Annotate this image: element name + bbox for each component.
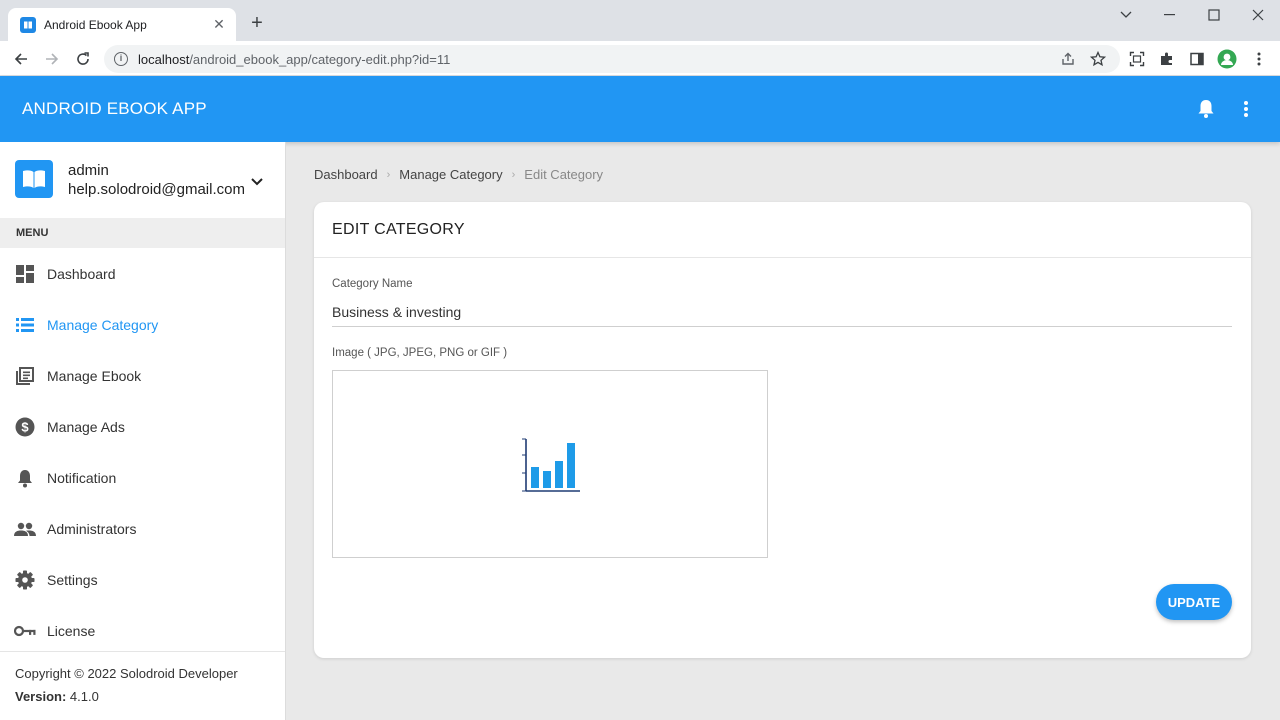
browser-tab-bar: Android Ebook App ✕ +	[0, 0, 1280, 41]
dashboard-icon	[14, 263, 36, 285]
key-icon	[14, 620, 36, 642]
notification-bell-icon[interactable]	[1195, 98, 1217, 120]
update-button[interactable]: UPDATE	[1156, 584, 1232, 620]
sidebar-item-manage-ads[interactable]: $ Manage Ads	[0, 403, 285, 451]
sidebar-item-notification[interactable]: Notification	[0, 454, 285, 502]
menu-header: MENU	[0, 218, 285, 248]
sidebar-item-label: Manage Ads	[47, 419, 125, 435]
sidebar-item-manage-category[interactable]: Manage Category	[0, 301, 285, 349]
chevron-down-icon[interactable]	[250, 174, 268, 188]
screenshot-icon[interactable]	[1126, 48, 1148, 70]
side-panel-icon[interactable]	[1186, 48, 1208, 70]
book-favicon-icon	[20, 16, 36, 33]
category-name-input[interactable]	[332, 298, 1232, 327]
tab-title: Android Ebook App	[44, 17, 147, 32]
sidebar: admin help.solodroid@gmail.com MENU Dash…	[0, 142, 286, 720]
gear-icon	[14, 569, 36, 591]
sidebar-item-label: Manage Category	[47, 317, 159, 333]
version-value: 4.1.0	[69, 689, 99, 704]
sidebar-item-label: Notification	[47, 470, 117, 486]
breadcrumb-edit-category: Edit Category	[524, 167, 604, 182]
extensions-puzzle-icon[interactable]	[1156, 48, 1178, 70]
sidebar-item-label: Settings	[47, 572, 98, 588]
card-header: EDIT CATEGORY	[314, 202, 1251, 258]
chevron-down-icon[interactable]	[1114, 6, 1138, 24]
sidebar-item-license[interactable]: License	[0, 607, 285, 655]
address-bar[interactable]: i localhost/android_ebook_app/category-e…	[104, 45, 1120, 73]
image-upload-preview[interactable]	[332, 370, 768, 558]
close-tab-icon[interactable]: ✕	[210, 16, 228, 34]
more-vert-icon[interactable]	[1235, 98, 1257, 120]
url-path: /android_ebook_app/category-edit.php?id=…	[189, 51, 451, 67]
breadcrumb-manage-category[interactable]: Manage Category	[399, 167, 502, 182]
user-name: admin	[68, 162, 109, 179]
sidebar-item-label: Dashboard	[47, 266, 116, 282]
page-title: EDIT CATEGORY	[332, 221, 465, 238]
sidebar-item-label: Manage Ebook	[47, 368, 142, 384]
library-books-icon	[14, 365, 36, 387]
book-avatar-icon	[15, 160, 53, 198]
sidebar-item-manage-ebook[interactable]: Manage Ebook	[0, 352, 285, 400]
bar-chart-icon	[522, 438, 580, 492]
info-icon[interactable]: i	[114, 52, 128, 66]
list-icon	[14, 314, 36, 336]
maximize-icon[interactable]	[1202, 6, 1226, 24]
category-name-label: Category Name	[332, 278, 413, 290]
user-info: admin help.solodroid@gmail.com	[0, 142, 285, 218]
app-header: ANDROID EBOOK APP	[0, 76, 1280, 142]
breadcrumb: Dashboard › Manage Category › Edit Categ…	[314, 167, 603, 182]
sidebar-item-label: Administrators	[47, 521, 137, 537]
sidebar-item-settings[interactable]: Settings	[0, 556, 285, 604]
url-host: localhost	[138, 51, 190, 67]
reload-icon[interactable]	[71, 47, 95, 71]
share-icon[interactable]	[1058, 49, 1078, 69]
more-vert-icon[interactable]	[1248, 48, 1270, 70]
sidebar-item-label: License	[47, 623, 96, 639]
minimize-icon[interactable]	[1158, 6, 1182, 24]
close-window-icon[interactable]	[1246, 6, 1270, 24]
browser-toolbar: i localhost/android_ebook_app/category-e…	[0, 41, 1280, 76]
sidebar-item-dashboard[interactable]: Dashboard	[0, 250, 285, 298]
breadcrumb-separator: ›	[386, 168, 391, 181]
star-icon[interactable]	[1088, 49, 1108, 69]
bell-icon	[14, 467, 36, 489]
people-icon	[14, 518, 36, 540]
copyright-text: Copyright © 2022 Solodroid Developer	[15, 666, 238, 681]
sidebar-item-administrators[interactable]: Administrators	[0, 505, 285, 553]
breadcrumb-dashboard[interactable]: Dashboard	[314, 167, 378, 182]
breadcrumb-separator: ›	[511, 168, 516, 181]
svg-text:$: $	[21, 420, 29, 435]
new-tab-button[interactable]: +	[246, 12, 268, 34]
version-label: Version:	[15, 689, 67, 704]
profile-avatar-icon[interactable]	[1216, 48, 1238, 70]
app-title[interactable]: ANDROID EBOOK APP	[22, 99, 207, 119]
back-arrow-icon[interactable]	[9, 47, 33, 71]
browser-tab[interactable]: Android Ebook App ✕	[8, 8, 236, 41]
version-text: Version: 4.1.0	[15, 689, 285, 704]
sidebar-footer: Copyright © 2022 Solodroid Developer Ver…	[0, 651, 285, 720]
dollar-icon: $	[14, 416, 36, 438]
edit-category-card: EDIT CATEGORY Category Name Image ( JPG,…	[314, 202, 1251, 658]
image-label: Image ( JPG, JPEG, PNG or GIF )	[332, 347, 508, 359]
forward-arrow-icon[interactable]	[40, 47, 64, 71]
user-email: help.solodroid@gmail.com	[68, 181, 245, 198]
